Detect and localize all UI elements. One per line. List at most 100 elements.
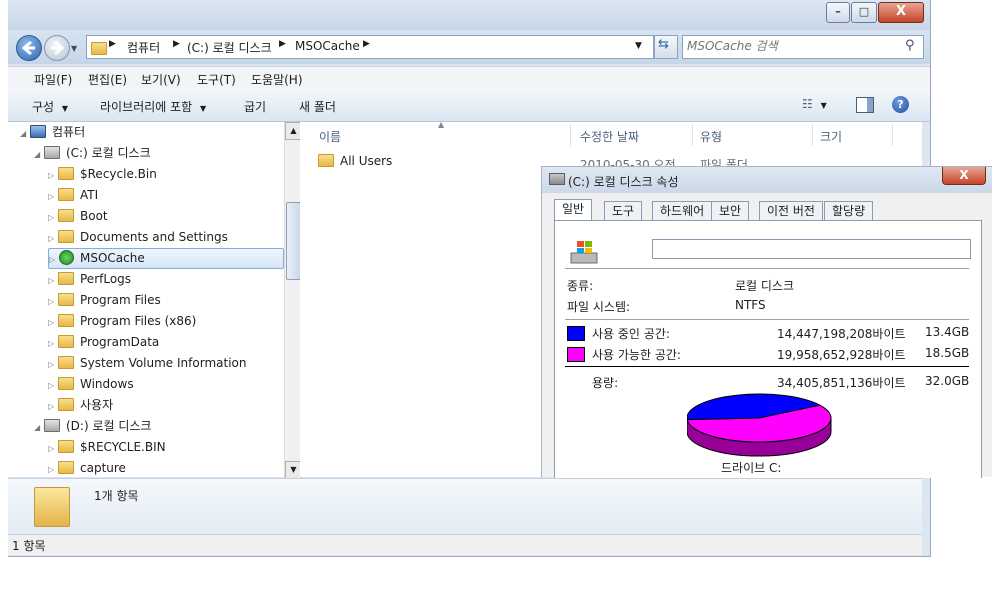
address-dropdown-icon[interactable]: ▼: [635, 41, 642, 51]
column-header-type[interactable]: 유형: [700, 128, 722, 145]
burn-button[interactable]: 굽기: [244, 98, 266, 115]
tree-item-label: ATI: [80, 188, 99, 202]
collapse-icon[interactable]: ◢: [34, 417, 44, 438]
tree-item[interactable]: ◢ (D:) 로컬 디스크: [34, 416, 151, 437]
breadcrumb-computer[interactable]: 컴퓨터: [127, 39, 160, 56]
expand-icon[interactable]: ▷: [48, 459, 58, 477]
used-space-swatch: [567, 326, 585, 341]
expand-icon[interactable]: ▷: [48, 291, 58, 312]
include-in-library-button[interactable]: 라이브러리에 포함 ▼: [100, 98, 206, 115]
tree-item[interactable]: ▷ Documents and Settings: [48, 227, 228, 248]
preview-pane-button[interactable]: [856, 97, 874, 113]
type-label: 종류:: [567, 279, 594, 293]
tree-item[interactable]: ▷ capture: [48, 458, 126, 477]
back-button[interactable]: [16, 35, 42, 61]
tree-item[interactable]: ▷ Program Files: [48, 290, 161, 311]
new-folder-button[interactable]: 새 폴더: [299, 98, 336, 115]
recent-pages-chevron-icon[interactable]: ▼: [71, 44, 77, 53]
properties-dialog: (C:) 로컬 디스크 속성 X 일반 도구 하드웨어 보안 이전 버전 할당량 종류: …: [541, 166, 992, 478]
expand-icon[interactable]: ▷: [48, 165, 58, 186]
column-header-size[interactable]: 크기: [820, 128, 842, 145]
search-input[interactable]: [687, 37, 893, 55]
collapse-icon[interactable]: ◢: [20, 123, 30, 144]
expand-icon[interactable]: ▷: [48, 375, 58, 396]
view-list-icon: ☷: [802, 97, 813, 111]
tab-5[interactable]: 할당량: [824, 201, 874, 220]
forward-arrow-icon: [51, 40, 65, 56]
expand-icon[interactable]: ▷: [48, 396, 58, 417]
used-space-bytes: 14,447,198,208바이트: [777, 327, 906, 341]
maximize-button[interactable]: □: [851, 2, 877, 23]
organize-button[interactable]: 구성 ▼: [32, 98, 68, 115]
refresh-icon: ⇆: [658, 37, 669, 52]
tree-item[interactable]: ◢ 컴퓨터: [20, 122, 85, 143]
tree-item[interactable]: ▷ Boot: [48, 206, 108, 227]
scroll-thumb[interactable]: [286, 202, 301, 280]
expand-icon[interactable]: ▷: [48, 312, 58, 333]
tab-1[interactable]: 도구: [604, 201, 643, 220]
tab-3[interactable]: 보안: [711, 201, 750, 220]
breadcrumb-separator-icon[interactable]: ▶: [173, 39, 180, 49]
breadcrumb-separator-icon[interactable]: ▶: [279, 39, 286, 49]
search-box[interactable]: ⚲: [682, 35, 924, 59]
navigation-pane: ◢ 컴퓨터 ◢ (C:) 로컬 디스크 ▷ $Recycle.Bin ▷ ATI ▷ Boot ▷ D…: [8, 122, 285, 477]
menu-file[interactable]: 파일(F): [34, 71, 72, 88]
menu-view[interactable]: 보기(V): [141, 71, 181, 88]
scroll-down-icon: ▼: [290, 465, 297, 474]
breadcrumb-msocache[interactable]: MSOCache: [295, 39, 360, 53]
column-divider: [812, 124, 813, 146]
tab-4[interactable]: 이전 버전: [759, 201, 823, 220]
tree-item[interactable]: ▷ 사용자: [48, 395, 113, 416]
expand-icon[interactable]: ▷: [48, 438, 58, 459]
tree-item[interactable]: ▷ $RECYCLE.BIN: [48, 437, 166, 458]
expand-icon[interactable]: ▷: [48, 270, 58, 291]
search-icon[interactable]: ⚲: [905, 38, 915, 53]
free-space-gb: 18.5GB: [925, 346, 970, 360]
tree-item[interactable]: ▷ System Volume Information: [48, 353, 246, 374]
help-button[interactable]: ?: [892, 96, 909, 113]
tree-item-label: 사용자: [80, 398, 114, 412]
drive-name-field[interactable]: [652, 239, 971, 259]
capacity-label: 용량:: [592, 376, 619, 390]
tree-item[interactable]: ▷ ATI: [48, 185, 98, 206]
address-bar[interactable]: ▶ 컴퓨터 ▶ (C:) 로컬 디스크 ▶ MSOCache ▶ ▼: [86, 35, 654, 59]
change-view-button[interactable]: ☷ ▼: [802, 97, 827, 111]
tree-item[interactable]: ▷ Windows: [48, 374, 134, 395]
expand-icon[interactable]: ▷: [49, 250, 59, 269]
tab-2[interactable]: 하드웨어: [652, 201, 713, 220]
refresh-button[interactable]: ⇆: [654, 35, 678, 59]
expand-icon[interactable]: ▷: [48, 207, 58, 228]
breadcrumb-separator-icon[interactable]: ▶: [109, 39, 116, 49]
tree-item[interactable]: ▷ MSOCache: [48, 248, 284, 269]
collapse-icon[interactable]: ◢: [34, 144, 44, 165]
filesystem-value: NTFS: [735, 298, 766, 312]
expand-icon[interactable]: ▷: [48, 228, 58, 249]
forward-button[interactable]: [44, 35, 70, 61]
tree-item[interactable]: ▷ $Recycle.Bin: [48, 164, 157, 185]
file-name: All Users: [340, 154, 393, 168]
close-button[interactable]: X: [878, 2, 924, 23]
expand-icon[interactable]: ▷: [48, 354, 58, 375]
expand-icon[interactable]: ▷: [48, 333, 58, 354]
menu-tools[interactable]: 도구(T): [197, 71, 236, 88]
tree-item-label: capture: [80, 461, 126, 475]
column-header-date[interactable]: 수정한 날짜: [580, 128, 639, 145]
minimize-icon: –: [835, 5, 841, 18]
column-header-name[interactable]: 이름: [319, 128, 341, 145]
menu-edit[interactable]: 편집(E): [88, 71, 127, 88]
tree-item[interactable]: ▷ Program Files (x86): [48, 311, 196, 332]
sort-indicator-icon: ▲: [438, 120, 445, 129]
tree-item[interactable]: ▷ ProgramData: [48, 332, 159, 353]
general-tab-panel: 종류: 로컬 디스크 파일 시스템: NTFS 사용 중인 공간: 14,447…: [554, 220, 982, 478]
minimize-button[interactable]: –: [826, 2, 850, 23]
tree-item[interactable]: ◢ (C:) 로컬 디스크: [34, 143, 151, 164]
navigation-pane-scrollbar[interactable]: ▲ ▼: [284, 122, 302, 479]
tab-0[interactable]: 일반: [554, 199, 593, 222]
organize-label: 구성: [32, 100, 55, 114]
breadcrumb-separator-icon[interactable]: ▶: [363, 39, 370, 49]
menu-help[interactable]: 도움말(H): [251, 71, 303, 88]
breadcrumb-drive-c[interactable]: (C:) 로컬 디스크: [187, 39, 272, 56]
dialog-close-button[interactable]: X: [942, 167, 986, 185]
tree-item[interactable]: ▷ PerfLogs: [48, 269, 131, 290]
expand-icon[interactable]: ▷: [48, 186, 58, 207]
